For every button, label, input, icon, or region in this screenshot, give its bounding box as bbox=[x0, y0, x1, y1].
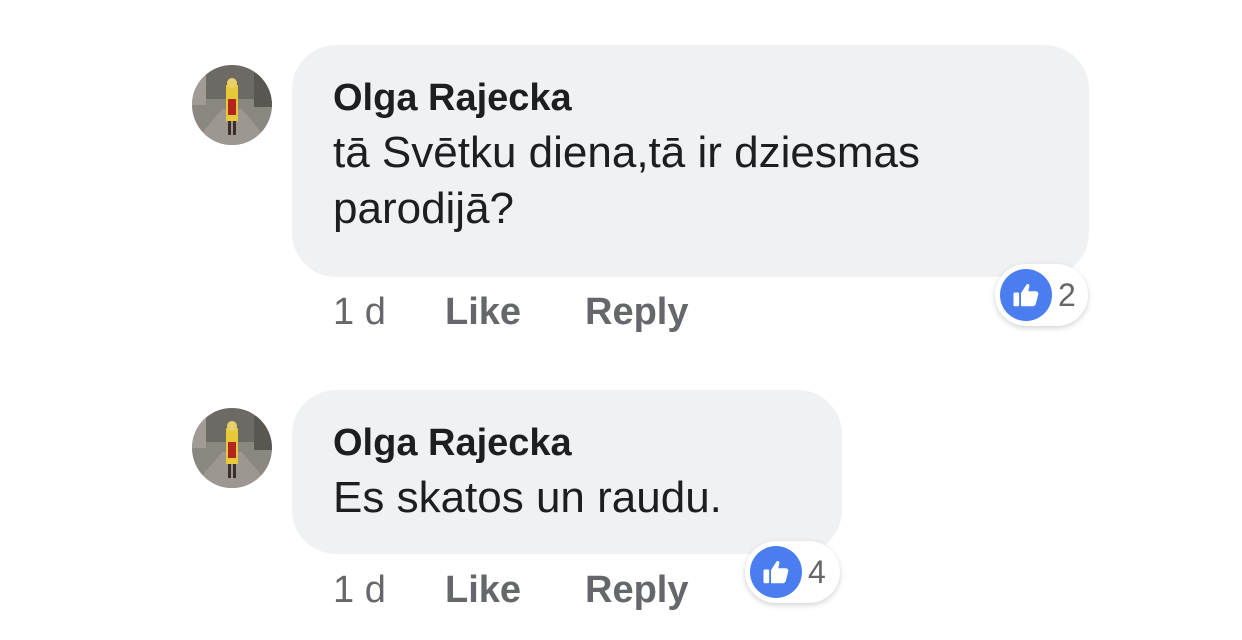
thumbs-up-icon bbox=[750, 546, 802, 598]
comment-author[interactable]: Olga Rajecka bbox=[333, 420, 802, 466]
reaction-count: 2 bbox=[1058, 276, 1076, 313]
reply-link[interactable]: Reply bbox=[585, 568, 688, 612]
comment-text: tā Svētku diena,tā ir dziesmas parodijā? bbox=[333, 125, 1049, 237]
comment-text-line: Es skatos un raudu. bbox=[333, 473, 722, 522]
comment-timestamp[interactable]: 1 d bbox=[333, 290, 386, 334]
comment-text: Es skatos un raudu. bbox=[333, 470, 802, 526]
comment-actions: 1 d Like Reply bbox=[333, 290, 733, 334]
reaction-badge[interactable]: 4 bbox=[745, 541, 840, 603]
comment-text-line: tā Svētku diena,tā ir dziesmas bbox=[333, 128, 920, 177]
avatar[interactable] bbox=[192, 408, 272, 488]
comment-bubble: Olga Rajecka Es skatos un raudu. bbox=[292, 390, 842, 554]
comment-actions: 1 d Like Reply bbox=[333, 568, 733, 612]
reaction-count: 4 bbox=[808, 553, 826, 590]
like-link[interactable]: Like bbox=[445, 290, 521, 334]
reaction-badge[interactable]: 2 bbox=[995, 264, 1088, 326]
thumbs-up-icon bbox=[1000, 269, 1052, 321]
avatar[interactable] bbox=[192, 65, 272, 145]
reply-link[interactable]: Reply bbox=[585, 290, 688, 334]
like-link[interactable]: Like bbox=[445, 568, 521, 612]
comment-author[interactable]: Olga Rajecka bbox=[333, 75, 1049, 121]
comment-bubble: Olga Rajecka tā Svētku diena,tā ir dzies… bbox=[292, 45, 1089, 277]
comment-text-line: parodijā? bbox=[333, 184, 515, 233]
comment-timestamp[interactable]: 1 d bbox=[333, 568, 386, 612]
